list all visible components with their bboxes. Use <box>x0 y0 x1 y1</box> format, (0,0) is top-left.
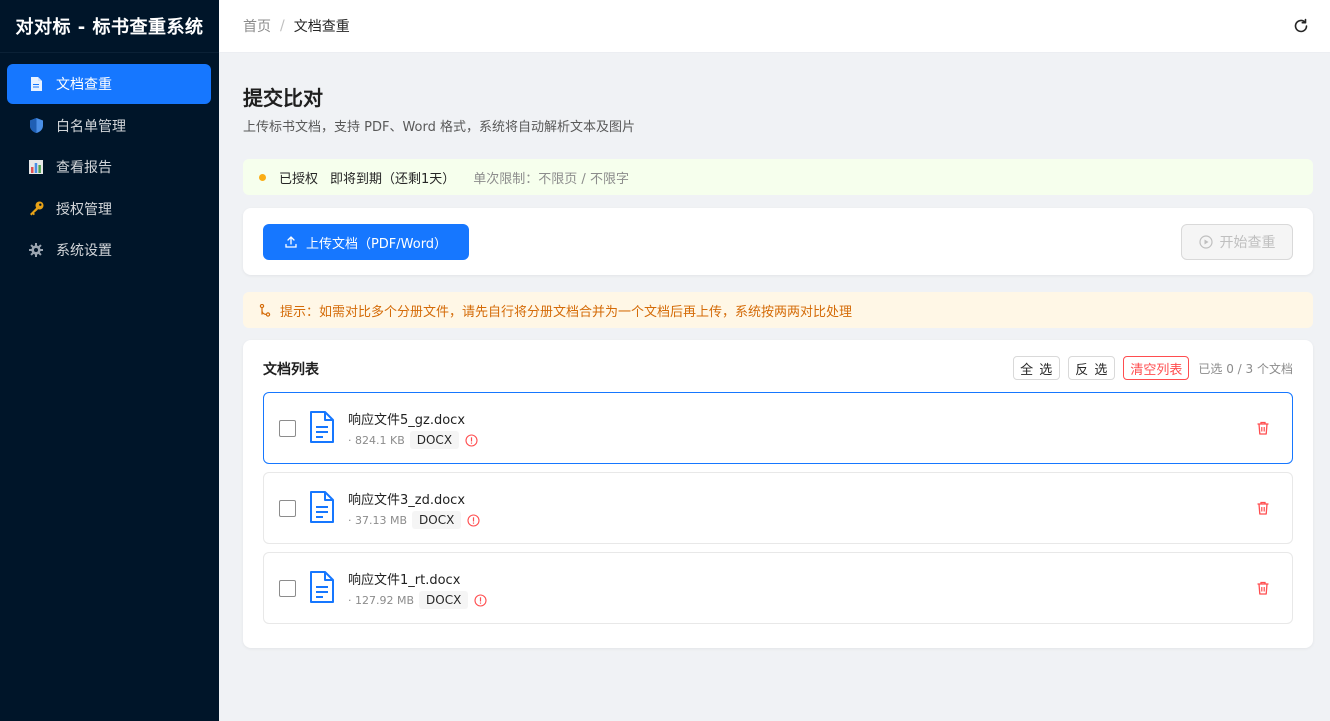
breadcrumb-home[interactable]: 首页 <box>243 16 271 36</box>
refresh-icon[interactable] <box>1292 17 1310 35</box>
sidebar-item-whitelist[interactable]: 白名单管理 <box>7 106 211 146</box>
file-row[interactable]: 响应文件5_gz.docx · 824.1 KB DOCX <box>263 392 1293 464</box>
file-name: 响应文件3_zd.docx <box>348 493 466 508</box>
status-dot-icon <box>259 173 266 181</box>
select-all-button[interactable]: 全 选 <box>1013 356 1061 380</box>
sidebar-item-license[interactable]: 授权管理 <box>7 189 211 229</box>
document-list-card: 文档列表 全 选 反 选 清空列表 已选 0 / 3 个文档 响应文件5_gz.… <box>243 340 1313 648</box>
license-expire: 即将到期（还剩1天） <box>330 171 456 187</box>
page-title: 提交比对 <box>243 86 323 110</box>
start-check-label: 开始查重 <box>1219 235 1276 251</box>
delete-icon[interactable] <box>1256 421 1270 435</box>
document-icon <box>28 76 44 92</box>
word-document-icon <box>310 491 334 523</box>
file-type-badge: DOCX <box>412 511 462 529</box>
sidebar-item-label: 白名单管理 <box>56 118 126 135</box>
breadcrumb-current: 文档查重 <box>293 19 350 35</box>
file-checkbox[interactable] <box>279 420 296 437</box>
file-meta: · 37.13 MB DOCX <box>348 511 480 529</box>
license-bar: 已授权 即将到期（还剩1天） 单次限制：不限页 / 不限字 <box>243 159 1313 195</box>
invert-selection-button[interactable]: 反 选 <box>1068 356 1116 380</box>
upload-button-label: 上传文档（PDF/Word） <box>305 236 448 252</box>
bar-chart-icon <box>28 159 44 175</box>
file-meta: · 824.1 KB DOCX <box>348 431 478 449</box>
license-limit: 单次限制：不限页 / 不限字 <box>473 171 629 187</box>
sidebar-item-doc-check[interactable]: 文档查重 <box>7 64 211 104</box>
file-size: · 37.13 MB <box>348 513 408 527</box>
file-checkbox[interactable] <box>279 500 296 517</box>
delete-icon[interactable] <box>1256 501 1270 515</box>
file-name: 响应文件1_rt.docx <box>348 573 461 588</box>
license-status: 已授权 <box>279 171 319 187</box>
file-meta: · 127.92 MB DOCX <box>348 591 487 609</box>
sidebar-item-settings[interactable]: 系统设置 <box>7 230 211 270</box>
upload-button[interactable]: 上传文档（PDF/Word） <box>263 224 469 260</box>
file-row[interactable]: 响应文件3_zd.docx · 37.13 MB DOCX <box>263 472 1293 544</box>
top-header: 首页 / 文档查重 <box>219 0 1330 53</box>
upload-icon <box>285 236 297 248</box>
upload-card: 上传文档（PDF/Word） 开始查重 <box>243 208 1313 275</box>
list-title: 文档列表 <box>263 362 319 378</box>
delete-icon[interactable] <box>1256 581 1270 595</box>
gear-icon <box>28 242 44 258</box>
sidebar-item-reports[interactable]: 查看报告 <box>7 147 211 187</box>
sidebar: 对对标 - 标书查重系统 文档查重 白名单管理 查看报告 授权管理 系统设置 <box>0 0 219 721</box>
play-circle-icon <box>1198 235 1213 249</box>
warning-icon[interactable] <box>465 433 478 447</box>
breadcrumb-separator: / <box>280 18 285 34</box>
file-type-badge: DOCX <box>409 431 460 449</box>
page-subtitle: 上传标书文档，支持 PDF、Word 格式，系统将自动解析文本及图片 <box>243 120 636 135</box>
tip-text: 提示：如需对比多个分册文件，请先自行将分册文档合并为一个文档后再上传，系统按两两… <box>280 304 853 320</box>
shield-icon <box>28 118 44 134</box>
start-check-button[interactable]: 开始查重 <box>1181 224 1293 260</box>
word-document-icon <box>310 411 334 443</box>
sidebar-item-label: 文档查重 <box>56 77 112 93</box>
branch-icon <box>259 303 271 317</box>
file-checkbox[interactable] <box>279 580 296 597</box>
sidebar-item-label: 系统设置 <box>56 243 112 259</box>
file-type-badge: DOCX <box>419 591 469 609</box>
clear-list-button[interactable]: 清空列表 <box>1123 356 1190 380</box>
file-name: 响应文件5_gz.docx <box>348 413 466 428</box>
warning-icon[interactable] <box>474 593 487 607</box>
tip-banner: 提示：如需对比多个分册文件，请先自行将分册文档合并为一个文档后再上传，系统按两两… <box>243 292 1313 328</box>
key-icon <box>28 201 44 217</box>
word-document-icon <box>310 571 334 603</box>
warning-icon[interactable] <box>467 513 480 527</box>
sidebar-menu: 文档查重 白名单管理 查看报告 授权管理 系统设置 <box>0 53 219 270</box>
selected-count: 已选 0 / 3 个文档 <box>1198 361 1293 376</box>
sidebar-item-label: 查看报告 <box>56 160 112 176</box>
file-size: · 127.92 MB <box>348 593 415 607</box>
app-title: 对对标 - 标书查重系统 <box>0 0 219 53</box>
file-row[interactable]: 响应文件1_rt.docx · 127.92 MB DOCX <box>263 552 1293 624</box>
list-actions: 全 选 反 选 清空列表 已选 0 / 3 个文档 <box>1005 356 1293 380</box>
breadcrumb: 首页 / 文档查重 <box>243 16 350 36</box>
file-size: · 824.1 KB <box>348 433 405 447</box>
sidebar-item-label: 授权管理 <box>56 201 112 218</box>
